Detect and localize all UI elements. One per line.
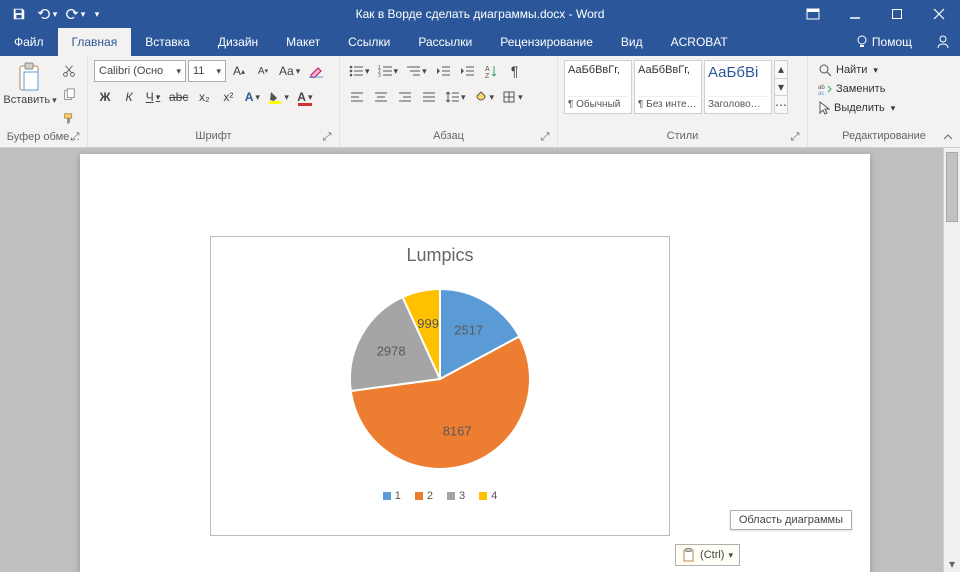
font-color-button[interactable]: A <box>294 86 316 108</box>
highlight-button[interactable] <box>265 86 292 108</box>
font-size-combo[interactable]: 11▾ <box>188 60 226 82</box>
paragraph-launcher[interactable]: ⤢ <box>539 131 551 143</box>
justify-button[interactable] <box>418 86 440 108</box>
font-launcher[interactable]: ⤢ <box>321 131 333 143</box>
collapse-ribbon-button[interactable] <box>940 129 956 145</box>
svg-text:999: 999 <box>417 316 439 331</box>
tab-insert[interactable]: Вставка <box>131 28 204 56</box>
align-right-button[interactable] <box>394 86 416 108</box>
paste-options-smarttag[interactable]: (Ctrl) ▾ <box>675 544 740 566</box>
sort-button[interactable]: AZ <box>480 60 502 82</box>
paragraph-group-label: Абзац <box>433 130 464 142</box>
superscript-button[interactable]: x² <box>217 86 239 108</box>
scroll-down[interactable]: ▾ <box>944 555 960 572</box>
bulb-icon <box>856 35 868 49</box>
grow-font-button[interactable]: A▴ <box>228 60 250 82</box>
tab-review[interactable]: Рецензирование <box>486 28 607 56</box>
replace-button[interactable]: abac Заменить <box>816 82 897 96</box>
font-group-label: Шрифт <box>195 130 231 142</box>
change-case-button[interactable]: Aa <box>276 60 303 82</box>
shrink-font-button[interactable]: A▾ <box>252 60 274 82</box>
increase-indent-button[interactable] <box>456 60 478 82</box>
vertical-scrollbar[interactable]: ▴ ▾ <box>943 148 960 572</box>
subscript-button[interactable]: x₂ <box>193 86 215 108</box>
svg-text:3: 3 <box>378 73 381 77</box>
close-button[interactable] <box>918 0 960 28</box>
clear-formatting-button[interactable] <box>305 60 327 82</box>
svg-text:8167: 8167 <box>443 424 472 439</box>
select-button[interactable]: Выделить▾ <box>816 100 897 116</box>
svg-text:Z: Z <box>485 73 490 78</box>
cursor-icon <box>818 101 830 115</box>
font-name-combo[interactable]: Calibri (Осно▾ <box>94 60 186 82</box>
ribbon-display-options[interactable] <box>792 0 834 28</box>
svg-text:2978: 2978 <box>377 343 406 358</box>
line-spacing-button[interactable] <box>442 86 469 108</box>
editing-group-label: Редактирование <box>842 130 926 142</box>
tab-home[interactable]: Главная <box>58 28 132 56</box>
tab-mailings[interactable]: Рассылки <box>404 28 486 56</box>
bullets-button[interactable] <box>346 60 373 82</box>
replace-icon: abac <box>818 83 832 95</box>
share-button[interactable] <box>926 34 960 50</box>
svg-text:A: A <box>485 66 490 73</box>
redo-button[interactable] <box>62 2 88 26</box>
styles-group-label: Стили <box>667 130 699 142</box>
chart-object[interactable]: Lumpics 2517 8167 2978 999 1234 <box>210 236 670 536</box>
tab-references[interactable]: Ссылки <box>334 28 404 56</box>
chart-legend: 1234 <box>211 490 669 502</box>
tab-view[interactable]: Вид <box>607 28 657 56</box>
numbering-button[interactable]: 123 <box>375 60 402 82</box>
shading-button[interactable] <box>471 86 498 108</box>
style-heading1[interactable]: АаБбВі Заголово… <box>704 60 772 114</box>
tab-layout[interactable]: Макет <box>272 28 334 56</box>
paste-label: Вставить <box>3 94 56 106</box>
clipboard-launcher[interactable]: ⤢ <box>69 131 81 143</box>
tab-file[interactable]: Файл <box>0 28 58 56</box>
format-painter-button[interactable] <box>58 108 80 130</box>
bold-button[interactable]: Ж <box>94 86 116 108</box>
decrease-indent-button[interactable] <box>432 60 454 82</box>
pie-chart: 2517 8167 2978 999 <box>335 274 545 484</box>
tell-me[interactable]: Помощ <box>842 35 926 49</box>
italic-button[interactable]: К <box>118 86 140 108</box>
paste-button[interactable]: Вставить <box>6 60 54 106</box>
chart-tooltip: Область диаграммы <box>730 510 852 530</box>
chart-title: Lumpics <box>211 237 669 266</box>
clipboard-icon <box>682 548 696 562</box>
styles-scroll-down[interactable]: ▾ <box>775 79 787 97</box>
styles-launcher[interactable]: ⤢ <box>789 131 801 143</box>
clipboard-icon <box>16 62 44 92</box>
tab-design[interactable]: Дизайн <box>204 28 272 56</box>
qat-customize[interactable]: ▾ <box>90 2 104 26</box>
styles-scroll-up[interactable]: ▴ <box>775 61 787 79</box>
tab-acrobat[interactable]: ACROBAT <box>657 28 742 56</box>
align-center-button[interactable] <box>370 86 392 108</box>
save-button[interactable] <box>6 2 32 26</box>
style-no-spacing[interactable]: АаБбВвГг, ¶ Без инте… <box>634 60 702 114</box>
show-marks-button[interactable]: ¶ <box>504 60 526 82</box>
minimize-button[interactable] <box>834 0 876 28</box>
svg-text:ac: ac <box>818 91 824 95</box>
copy-button[interactable] <box>58 84 80 106</box>
align-left-button[interactable] <box>346 86 368 108</box>
text-effects-button[interactable]: A <box>241 86 263 108</box>
cut-button[interactable] <box>58 60 80 82</box>
svg-text:2517: 2517 <box>454 323 483 338</box>
maximize-button[interactable] <box>876 0 918 28</box>
search-icon <box>818 63 832 77</box>
borders-button[interactable] <box>499 86 526 108</box>
tell-me-label: Помощ <box>872 35 912 49</box>
multilevel-list-button[interactable] <box>403 60 430 82</box>
scroll-thumb[interactable] <box>946 152 958 222</box>
undo-button[interactable] <box>34 2 60 26</box>
find-button[interactable]: Найти▾ <box>816 62 897 78</box>
underline-button[interactable]: Ч <box>142 86 164 108</box>
style-normal[interactable]: АаБбВвГг, ¶ Обычный <box>564 60 632 114</box>
styles-expand[interactable]: ⋯ <box>775 96 787 113</box>
strikethrough-button[interactable]: abc <box>166 86 191 108</box>
